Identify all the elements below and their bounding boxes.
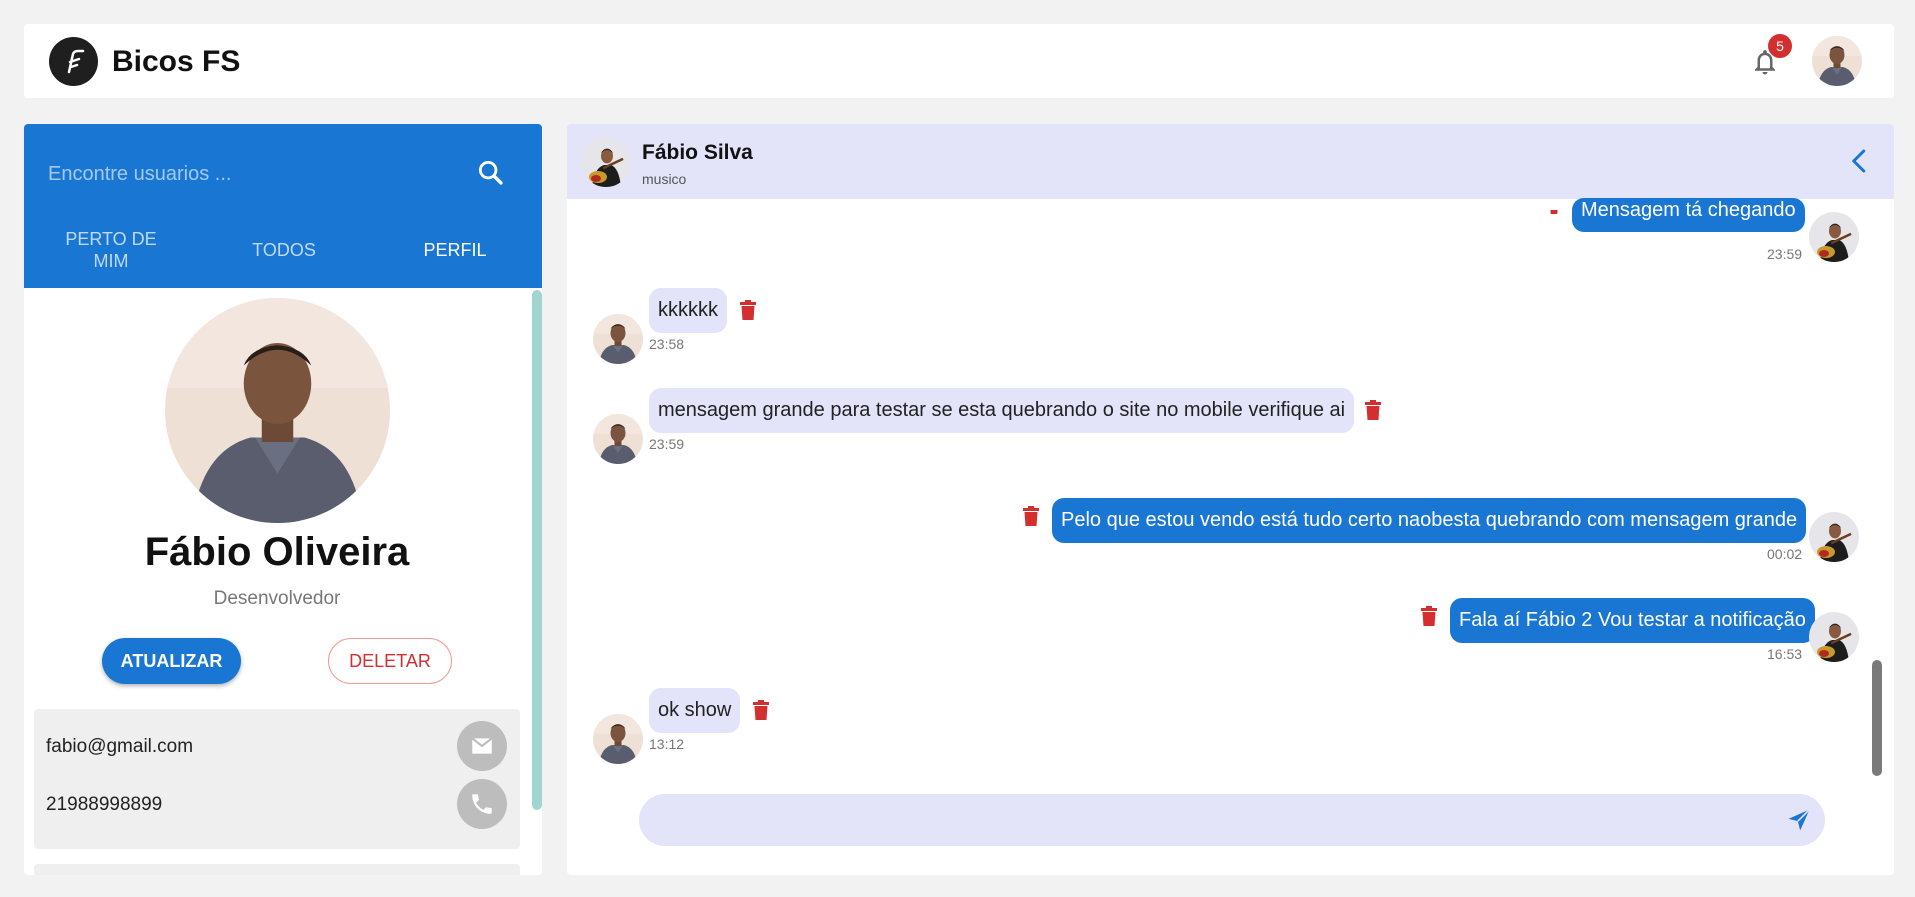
chevron-left-icon[interactable] [1845,146,1875,176]
delete-message-icon[interactable] [1364,400,1382,420]
next-info-box [34,864,520,875]
mail-icon[interactable] [457,721,507,771]
message-time: 23:59 [1767,246,1803,262]
delete-message-icon[interactable] [739,300,757,320]
sender-avatar [1809,612,1859,662]
delete-message-icon[interactable] [1420,606,1438,626]
top-bar: Bicos FS 5 [24,24,1894,98]
send-icon[interactable] [1785,806,1813,834]
profile-photo [165,298,390,523]
message-bubble: Pelo que estou vendo está tudo certo nao… [1052,498,1807,543]
message-time: 23:59 [649,436,685,452]
profile-email: fabio@gmail.com [46,736,194,757]
sender-avatar [593,714,643,764]
message-bubble: Fala aí Fábio 2 Vou testar a notificação [1450,598,1815,643]
message-time: 13:12 [649,736,685,752]
message-bubble: ok show [649,688,741,733]
message-bubble: kkkkkk [649,288,727,333]
brand-logo-icon[interactable] [49,37,98,86]
notifications-badge: 5 [1768,34,1792,58]
contact-name: Fábio Silva [642,141,753,164]
delete-message-icon[interactable] [1545,210,1563,222]
user-search-input[interactable] [48,154,448,194]
brand-name[interactable]: Bicos FS [112,45,240,79]
message-bubble: Mensagem tá chegando [1572,198,1805,232]
message-bubble: mensagem grande para testar se esta queb… [649,388,1355,433]
chat-panel: Fábio Silva musico Mensagem tá chegando … [567,124,1894,875]
contact-info-box: fabio@gmail.com 21988998899 [34,709,520,849]
delete-message-icon[interactable] [1022,506,1040,526]
tab-todos[interactable]: TODOS [198,224,370,276]
profile-name: Fábio Oliveira [144,530,410,574]
tab-perto-de-mim[interactable]: PERTO DE MIM [28,224,194,276]
delete-button[interactable]: DELETAR [328,638,452,684]
contact-subtitle: musico [642,171,687,187]
sender-avatar [1809,512,1859,562]
sidebar-scrollbar[interactable] [532,290,542,810]
delete-message-icon[interactable] [752,700,770,720]
user-avatar[interactable] [1812,36,1862,86]
sidebar-panel: PERTO DE MIM TODOS PERFIL Fábio Oliveira… [24,124,542,875]
phone-icon[interactable] [457,779,507,829]
profile-role: Desenvolvedor [213,588,341,609]
message-input[interactable] [639,794,1825,846]
search-icon[interactable] [474,156,508,190]
sender-avatar [593,414,643,464]
sender-avatar [1809,212,1859,262]
active-tab-indicator [369,284,542,288]
sender-avatar [593,314,643,364]
chat-scrollbar[interactable] [1872,660,1882,776]
profile-phone: 21988998899 [46,794,163,815]
message-time: 23:58 [649,336,685,352]
contact-avatar[interactable] [581,137,631,187]
update-button[interactable]: ATUALIZAR [102,638,241,684]
sidebar-header: PERTO DE MIM TODOS PERFIL [24,124,542,288]
chat-header: Fábio Silva musico [567,124,1894,199]
tab-perfil[interactable]: PERFIL [369,224,541,276]
message-time: 16:53 [1767,646,1803,662]
message-time: 00:02 [1767,546,1803,562]
